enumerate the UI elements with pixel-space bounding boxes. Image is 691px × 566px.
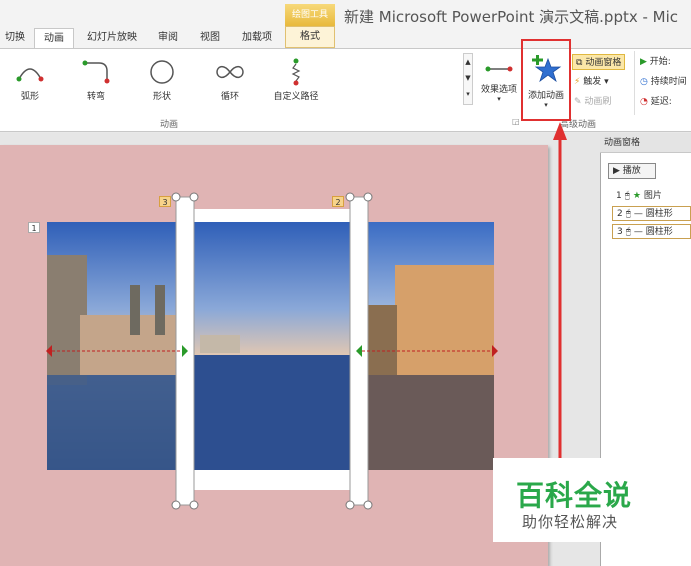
mouse-click-icon: 🖰 (625, 209, 632, 219)
effect-path-icon (485, 66, 513, 72)
group-divider (634, 51, 635, 115)
duration-field[interactable]: ◷ 持续时间 (640, 74, 687, 90)
clock-icon: ◷ (640, 77, 648, 87)
anim-item-text: — 圆柱形 (633, 209, 673, 219)
arc-path-icon (16, 68, 44, 82)
scroll-up-icon: ▲ (465, 58, 471, 66)
anim-badge-3[interactable]: 3 (159, 196, 171, 207)
trigger-label: 触发 (583, 77, 602, 87)
start-field[interactable]: ▶ 开始: (640, 54, 671, 70)
animation-painter-label: 动画刷 (584, 97, 612, 107)
anim-arc-label: 弧形 (20, 92, 39, 102)
slide-content (46, 192, 498, 510)
watermark-title: 百科全说 (516, 479, 633, 512)
tab-format[interactable]: 格式 (285, 26, 335, 48)
gallery-more-icon: ▾ (466, 90, 470, 98)
custom-path-icon (291, 58, 301, 86)
anim-custom-path-label: 自定义路径 (273, 92, 319, 102)
circle-path-icon (150, 60, 174, 84)
gallery-scroll[interactable]: ▲ ▼ ▾ (463, 53, 473, 105)
photo-right (367, 222, 494, 470)
dialog-launcher-icon[interactable]: ◲ (512, 117, 520, 126)
tab-slideshow[interactable]: 幻灯片放映 (80, 28, 144, 48)
mouse-click-icon: 🖰 (625, 227, 632, 237)
anim-list-item[interactable]: 3 🖰 — 圆柱形 (612, 224, 691, 239)
animation-pane-label: 动画窗格 (585, 58, 622, 68)
photo-middle (194, 222, 350, 490)
animation-pane-title: 动画窗格 (600, 133, 691, 153)
anim-item-text: 图片 (643, 191, 662, 201)
anim-custom-path[interactable]: 自定义路径 (266, 55, 326, 102)
play-button[interactable]: ▶ 播放 (608, 163, 656, 179)
animation-pane-button[interactable]: ⧉ 动画窗格 (572, 54, 626, 70)
tab-view[interactable]: 视图 (192, 28, 228, 48)
anim-shape[interactable]: 形状 (132, 55, 192, 102)
animation-pane-icon: ⧉ (576, 58, 583, 68)
anim-loop[interactable]: 循环 (200, 55, 260, 102)
highlight-box (521, 39, 571, 121)
anim-item-number: 1 (616, 191, 622, 201)
ribbon: 弧形 转弯 形状 循环 自定义路径 ▲ ▼ ▾ 效果选项 ▾ 添加动画 ▾ ⧉ (0, 48, 691, 132)
delay-label: 延迟: (650, 97, 672, 107)
duration-label: 持续时间 (650, 77, 687, 87)
tab-addins[interactable]: 加载项 (234, 28, 280, 48)
animation-painter-button[interactable]: ✎ 动画刷 (574, 94, 611, 110)
anim-badge-1[interactable]: 1 (28, 222, 40, 233)
brush-icon: ✎ (574, 97, 582, 107)
drawing-tools-header: 绘图工具 (285, 4, 335, 26)
tab-review[interactable]: 审阅 (150, 28, 186, 48)
play-icon: ▶ (613, 166, 620, 176)
watermark-subtitle: 助你轻松解决 (522, 513, 619, 531)
anim-badge-2[interactable]: 2 (332, 196, 344, 207)
entrance-star-icon: ★ (632, 191, 641, 201)
photo-left (47, 222, 177, 470)
dropdown-arrow-icon: ▾ (497, 95, 501, 103)
loop-path-icon (216, 65, 244, 79)
anim-list-item[interactable]: 1 🖰 ★ 图片 (612, 189, 691, 204)
anim-arc[interactable]: 弧形 (0, 55, 60, 102)
turn-path-icon (82, 60, 110, 84)
red-arrow-annotation (553, 122, 567, 460)
effect-options-label: 效果选项 (480, 85, 517, 95)
anim-item-text: — 圆柱形 (633, 227, 673, 237)
anim-list-item[interactable]: 2 🖰 — 圆柱形 (612, 206, 691, 221)
delay-field[interactable]: ◔ 延迟: (640, 94, 672, 110)
scroll-down-icon: ▼ (465, 74, 471, 82)
slide-canvas[interactable]: 1 3 2 (0, 145, 548, 566)
effect-options-button[interactable]: 效果选项 ▾ (476, 55, 522, 113)
delay-clock-icon: ◔ (640, 97, 648, 107)
play-triangle-icon: ▶ (640, 57, 647, 67)
tab-animations[interactable]: 动画 (34, 28, 74, 50)
anim-item-number: 2 (617, 209, 623, 219)
window-title: 新建 Microsoft PowerPoint 演示文稿.pptx - Mic (344, 8, 679, 26)
anim-item-number: 3 (617, 227, 623, 237)
lightning-icon: ⚡ (574, 77, 581, 87)
dropdown-arrow-icon: ▾ (604, 77, 609, 87)
mouse-click-icon: 🖰 (624, 191, 631, 201)
start-label: 开始: (649, 57, 671, 67)
trigger-button[interactable]: ⚡ 触发 ▾ (574, 74, 609, 90)
tab-transitions[interactable]: 切换 (0, 28, 30, 48)
anim-loop-label: 循环 (220, 92, 239, 102)
anim-turn[interactable]: 转弯 (66, 55, 126, 102)
group-label-animation: 动画 (160, 120, 179, 130)
anim-turn-label: 转弯 (86, 92, 105, 102)
anim-shape-label: 形状 (152, 92, 171, 102)
play-label: 播放 (622, 166, 641, 176)
